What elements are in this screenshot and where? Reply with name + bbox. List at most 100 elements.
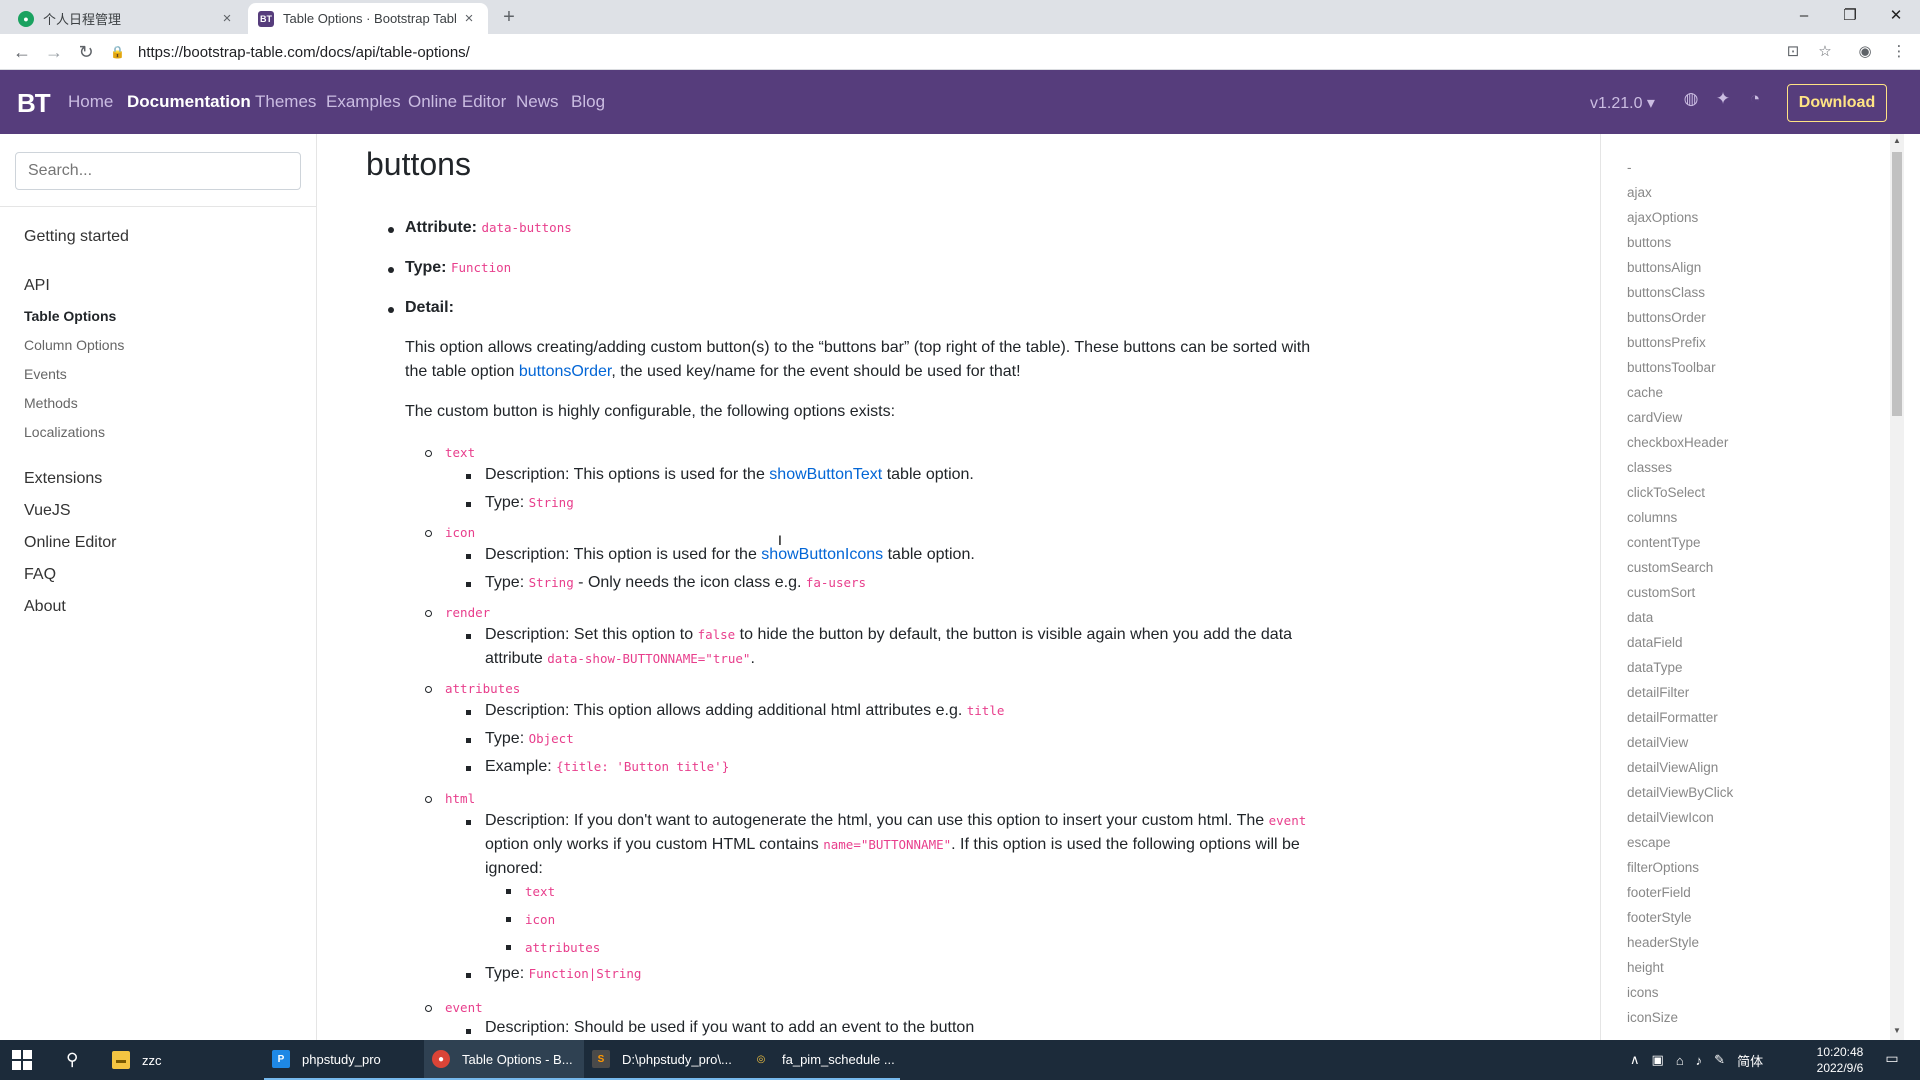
new-tab-button[interactable]: + [498,6,520,28]
twitter-icon[interactable]: ✦ [1712,89,1734,109]
browser-tab-table-options[interactable]: BT Table Options · Bootstrap Tabl × [248,3,488,34]
sidebar-item-localizations[interactable]: Localizations [24,424,105,440]
toc-item[interactable]: icons [1627,985,1659,1000]
translate-icon[interactable]: ⊡ [1782,41,1804,63]
sidebar-item-column-options[interactable]: Column Options [24,337,124,353]
volume-icon[interactable]: ♪ [1696,1053,1703,1068]
toc-item[interactable]: detailViewAlign [1627,760,1718,775]
toc-item[interactable]: footerStyle [1627,910,1692,925]
github-icon[interactable]: ◍ [1680,89,1702,109]
toc-item[interactable]: customSearch [1627,560,1713,575]
tab-close-icon[interactable]: × [218,10,236,27]
toc-item[interactable]: headerStyle [1627,935,1699,950]
scroll-up-arrow-icon[interactable]: ▲ [1890,136,1904,145]
toc-item[interactable]: filterOptions [1627,860,1699,875]
sidebar-extensions[interactable]: Extensions [24,470,102,488]
bookmark-star-icon[interactable]: ☆ [1814,41,1836,63]
tab-title: Table Options · Bootstrap Tabl [283,11,457,26]
taskbar-item-sublime[interactable]: S D:\phpstudy_pro\... [584,1040,744,1080]
search-input[interactable] [15,152,301,190]
toc-item[interactable]: - [1627,160,1632,175]
link-show-button-text[interactable]: showButtonText [769,466,882,483]
toc-item[interactable]: classes [1627,460,1672,475]
link-buttons-order[interactable]: buttonsOrder [519,363,612,380]
forward-arrow-icon[interactable]: → [42,40,66,64]
toc-item[interactable]: buttonsPrefix [1627,335,1706,350]
back-arrow-icon[interactable]: ← [10,40,34,64]
toc-item[interactable]: height [1627,960,1664,975]
toc-item[interactable]: buttonsToolbar [1627,360,1716,375]
sidebar-getting-started[interactable]: Getting started [24,228,129,246]
toc-item[interactable]: clickToSelect [1627,485,1705,500]
nav-news[interactable]: News [516,92,559,112]
close-window-button[interactable]: ✕ [1876,4,1916,28]
toc-item[interactable]: detailViewIcon [1627,810,1714,825]
tray-chevron-up-icon[interactable]: ∧ [1630,1052,1640,1068]
address-bar[interactable]: 🔒 https://bootstrap-table.com/docs/api/t… [110,39,1810,65]
tab-close-icon[interactable]: × [460,10,478,27]
toc-item[interactable]: data [1627,610,1653,625]
toc-item[interactable]: ajaxOptions [1627,210,1698,225]
nav-examples[interactable]: Examples [326,92,401,112]
nav-documentation[interactable]: Documentation [127,92,251,112]
toc-item[interactable]: checkboxHeader [1627,435,1728,450]
page-scrollbar[interactable]: ▲ ▼ [1890,134,1904,1040]
opencollective-icon[interactable]: ◔ [1744,89,1766,109]
toc-item[interactable]: ajax [1627,185,1652,200]
network-icon[interactable]: ⌂ [1676,1053,1684,1068]
ime-indicator[interactable]: 简体 [1737,1051,1763,1070]
taskbar-item-chrome[interactable]: ● Table Options - B... [424,1040,584,1080]
windows-start-icon[interactable] [12,1050,32,1070]
brand-logo[interactable]: BT [17,88,51,119]
taskbar-item-database[interactable]: ◎ fa_pim_schedule ... [744,1040,900,1080]
toc-item[interactable]: escape [1627,835,1671,850]
toc-item[interactable]: cardView [1627,410,1682,425]
toc-item[interactable]: customSort [1627,585,1695,600]
taskbar-item-phpstudy[interactable]: P phpstudy_pro [264,1040,424,1080]
sidebar-online-editor[interactable]: Online Editor [24,534,117,552]
toc-item[interactable]: buttonsOrder [1627,310,1706,325]
toc-item[interactable]: detailView [1627,735,1688,750]
tray-app-icon[interactable]: ▣ [1652,1052,1664,1068]
taskbar-item-explorer[interactable]: ▬ zzc [104,1040,264,1080]
sidebar-vuejs[interactable]: VueJS [24,502,71,520]
sidebar-item-events[interactable]: Events [24,366,67,382]
link-show-button-icons[interactable]: showButtonIcons [761,546,883,563]
sidebar-api[interactable]: API [24,277,50,295]
toc-item[interactable]: dataType [1627,660,1683,675]
toc-item[interactable]: contentType [1627,535,1701,550]
toc-item[interactable]: detailFilter [1627,685,1689,700]
toc-item[interactable]: footerField [1627,885,1691,900]
scroll-down-arrow-icon[interactable]: ▼ [1890,1026,1904,1035]
taskbar-search-icon[interactable]: ⚲ [58,1040,98,1080]
toc-item[interactable]: buttonsClass [1627,285,1705,300]
profile-icon[interactable]: ◉ [1854,41,1876,63]
sidebar-item-table-options[interactable]: Table Options [24,308,116,324]
menu-kebab-icon[interactable]: ⋮ [1888,41,1910,63]
nav-blog[interactable]: Blog [571,92,605,112]
toc-item[interactable]: iconSize [1627,1010,1678,1025]
version-dropdown[interactable]: v1.21.0 ▾ [1590,93,1655,113]
toc-item[interactable]: buttons [1627,235,1671,250]
toc-item[interactable]: buttonsAlign [1627,260,1701,275]
taskbar-clock[interactable]: 10:20:48 2022/9/6 [1800,1044,1880,1076]
notification-icon[interactable]: ▭ [1880,1050,1904,1070]
nav-home[interactable]: Home [68,92,113,112]
pen-icon[interactable]: ✎ [1714,1052,1725,1068]
scroll-thumb[interactable] [1892,152,1902,416]
toc-item[interactable]: detailViewByClick [1627,785,1733,800]
browser-tab-schedule[interactable]: ● 个人日程管理 × [8,3,246,34]
restore-button[interactable]: ❐ [1830,4,1870,28]
sidebar-faq[interactable]: FAQ [24,566,56,584]
sidebar-item-methods[interactable]: Methods [24,395,78,411]
reload-icon[interactable]: ↻ [74,40,98,64]
minimize-button[interactable]: – [1784,4,1824,28]
nav-online-editor[interactable]: Online Editor [408,92,506,112]
toc-item[interactable]: cache [1627,385,1663,400]
toc-item[interactable]: dataField [1627,635,1683,650]
toc-item[interactable]: detailFormatter [1627,710,1718,725]
download-button[interactable]: Download [1787,84,1887,122]
toc-item[interactable]: columns [1627,510,1677,525]
nav-themes[interactable]: Themes [255,92,316,112]
sidebar-about[interactable]: About [24,598,66,616]
